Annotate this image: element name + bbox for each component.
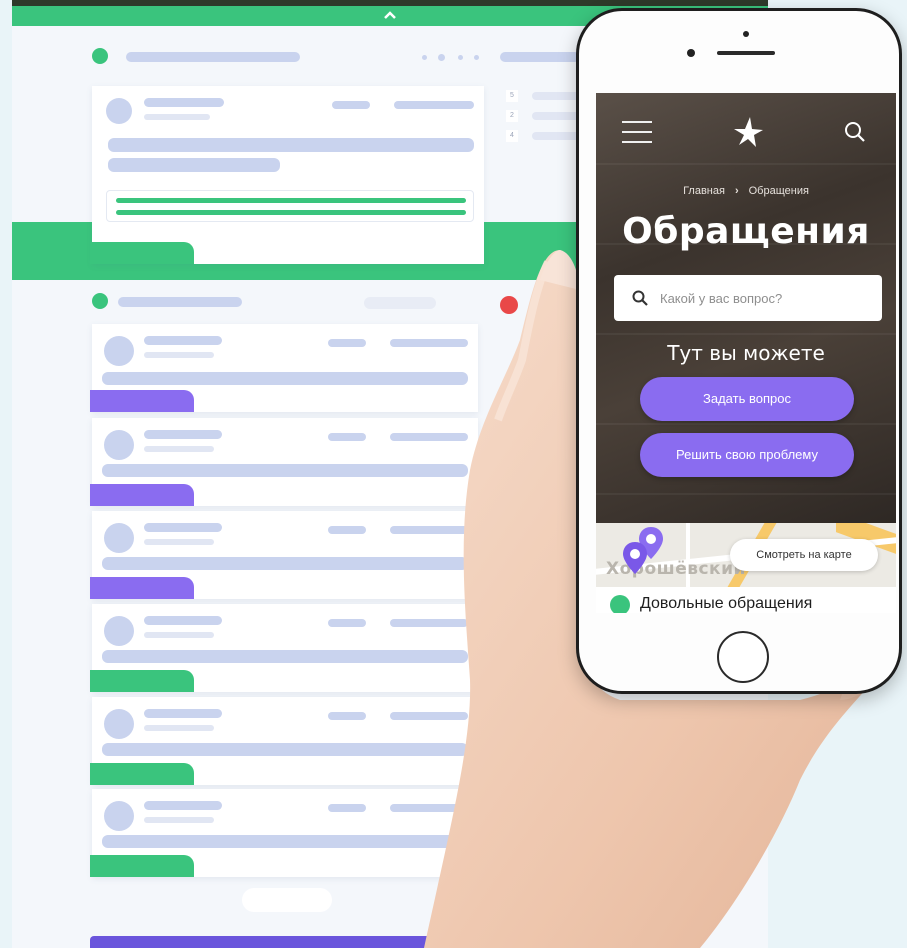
hamburger-icon[interactable]	[622, 121, 652, 143]
breadcrumb-current: Обращения	[748, 185, 809, 197]
hero-subtitle: Тут вы можете	[667, 341, 825, 365]
breadcrumb-home[interactable]: Главная	[683, 185, 725, 197]
map-pin-icon[interactable]	[622, 541, 648, 575]
desktop-list-card	[90, 511, 478, 599]
home-button[interactable]	[717, 631, 769, 683]
load-more-pill	[242, 888, 332, 912]
desktop-section-dot	[92, 293, 108, 309]
phone-mockup: Главная › Обращения Обращения Тут вы может…	[576, 8, 902, 694]
alert-dot	[500, 296, 518, 314]
desktop-featured-card	[90, 86, 484, 264]
desktop-list-card	[90, 418, 478, 506]
desktop-list-card	[90, 324, 478, 412]
search-input[interactable]	[660, 287, 870, 309]
desktop-list-card	[90, 789, 478, 877]
desktop-section-dot	[92, 48, 108, 64]
section-header: Довольные обращения	[596, 587, 896, 613]
search-box[interactable]	[614, 275, 882, 321]
desktop-bottom-bar	[90, 936, 450, 948]
camera-icon	[743, 31, 749, 37]
chevron-up-icon	[384, 11, 396, 19]
star-logo-icon[interactable]	[730, 115, 764, 149]
view-on-map-button[interactable]: Смотреть на карте	[730, 539, 878, 571]
speaker-grille	[717, 51, 775, 55]
stat-number: 2	[506, 110, 518, 122]
section-dot-icon	[610, 595, 630, 613]
placeholder-bar	[126, 52, 300, 62]
phone-screen: Главная › Обращения Обращения Тут вы может…	[596, 93, 896, 613]
breadcrumb: Главная › Обращения	[596, 185, 896, 197]
breadcrumb-separator: ›	[734, 185, 739, 197]
solve-problem-button[interactable]: Решить свою проблему	[640, 433, 854, 477]
ask-question-button[interactable]: Задать вопрос	[640, 377, 854, 421]
stat-number: 4	[506, 130, 518, 142]
section-title: Довольные обращения	[640, 595, 813, 612]
desktop-list-card	[90, 604, 478, 692]
page-title: Обращения	[622, 211, 870, 252]
stat-number: 5	[506, 90, 518, 102]
search-icon	[632, 290, 648, 306]
sensor-dot	[687, 49, 695, 57]
search-icon[interactable]	[844, 121, 866, 143]
map-preview[interactable]: Хорошёвский Смотреть на карте	[596, 523, 896, 587]
desktop-list-card	[90, 697, 478, 785]
